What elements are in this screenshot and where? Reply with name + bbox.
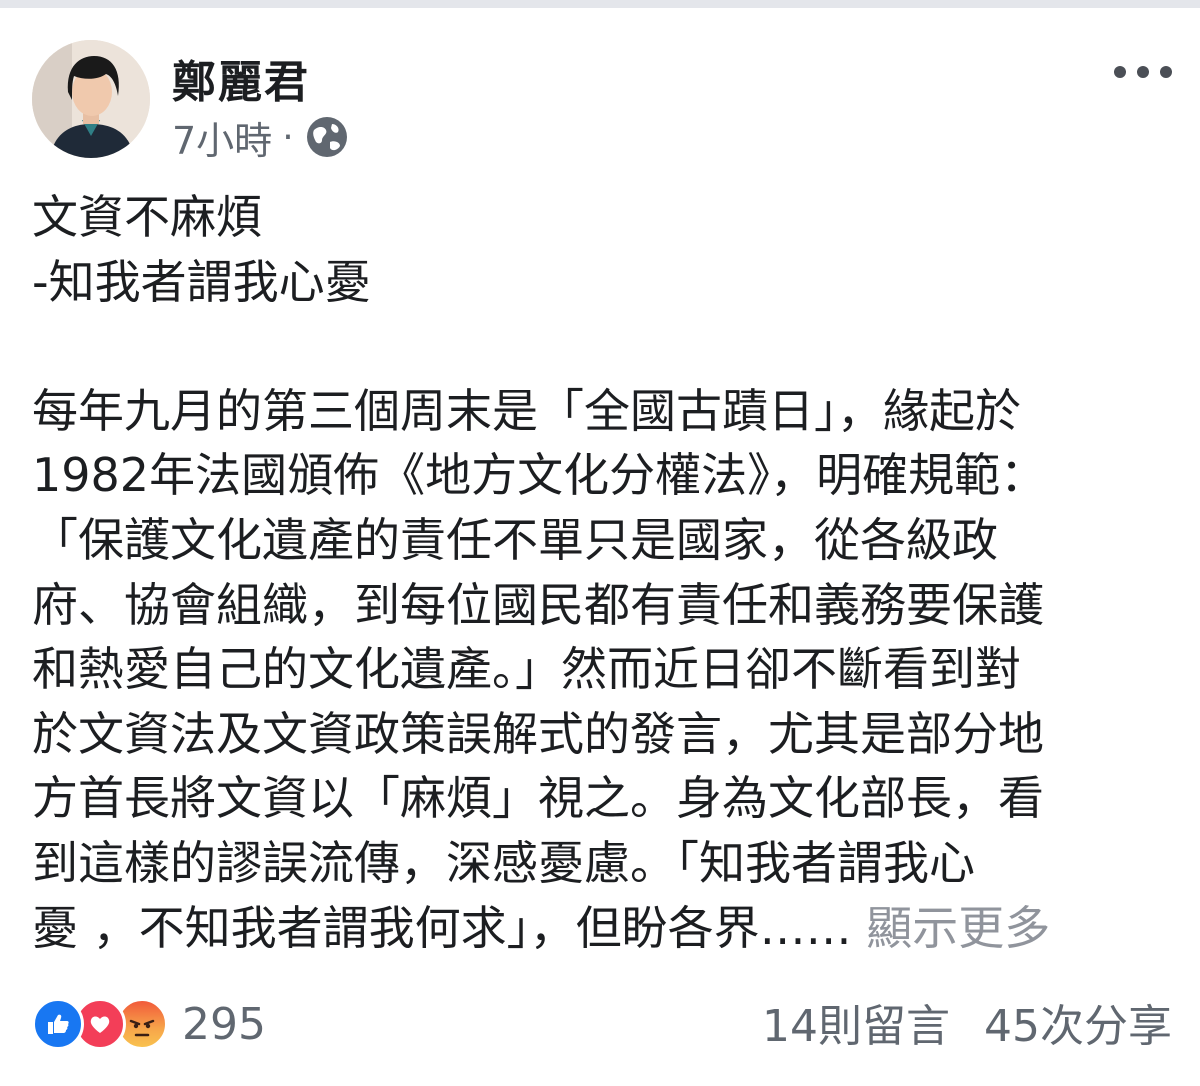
post-text-line: 方首長將文資以「麻煩」視之。身為文化部長，看 [32, 771, 1044, 826]
post-text-line: 於文資法及文資政策誤解式的發言，尤其是部分地 [32, 706, 1044, 761]
post-timestamp[interactable]: 7小時 [172, 110, 272, 165]
post-text: 文資不麻煩 -知我者謂我心憂 每年九月的第三個周末是「全國古蹟日」，緣起於 19… [32, 185, 1172, 960]
post-text-line: 1982年法國頒佈《地方文化分權法》，明確規範： [32, 448, 1047, 503]
top-divider [0, 0, 1200, 8]
reactions-summary[interactable]: 295 [32, 998, 266, 1050]
post-text-line: -知我者謂我心憂 [32, 254, 371, 309]
post-text-line: 文資不麻煩 [32, 190, 262, 244]
post-text-line: 憂 ，不知我者謂我何求」，但盼各界…… [32, 900, 852, 955]
post-header: 鄭麗君 7小時 · [32, 40, 1172, 165]
post-text-line: 府、協會組織，到每位國民都有責任和義務要保護 [32, 577, 1044, 632]
engagement-counts: 14則留言 45次分享 [762, 994, 1172, 1052]
post-text-line: 和熱愛自己的文化遺產。」然而近日卻不斷看到對 [32, 642, 1021, 697]
more-options-icon[interactable] [1114, 52, 1172, 92]
avatar[interactable] [32, 40, 150, 158]
post-footer: 295 14則留言 45次分享 [32, 994, 1172, 1054]
author-name[interactable]: 鄭麗君 [172, 46, 310, 110]
post-meta: 7小時 · [172, 110, 350, 165]
like-icon [32, 998, 84, 1050]
meta-separator: · [282, 116, 294, 158]
post-text-last-line: 憂 ，不知我者謂我何求」，但盼各界…… 顯示更多 [32, 896, 1172, 961]
post-text-line: 每年九月的第三個周末是「全國古蹟日」，緣起於 [32, 383, 1021, 438]
comments-count[interactable]: 14則留言 [762, 990, 950, 1054]
globe-icon[interactable] [304, 114, 350, 160]
see-more-link[interactable]: 顯示更多 [866, 901, 1050, 955]
post-text-line: 「保護文化遺產的責任不單只是國家，從各級政 [32, 512, 998, 567]
post-text-line: 到這樣的謬誤流傳，深感憂慮。「知我者謂我心 [32, 835, 975, 890]
reaction-count[interactable]: 295 [182, 999, 266, 1050]
shares-count[interactable]: 45次分享 [984, 990, 1172, 1054]
